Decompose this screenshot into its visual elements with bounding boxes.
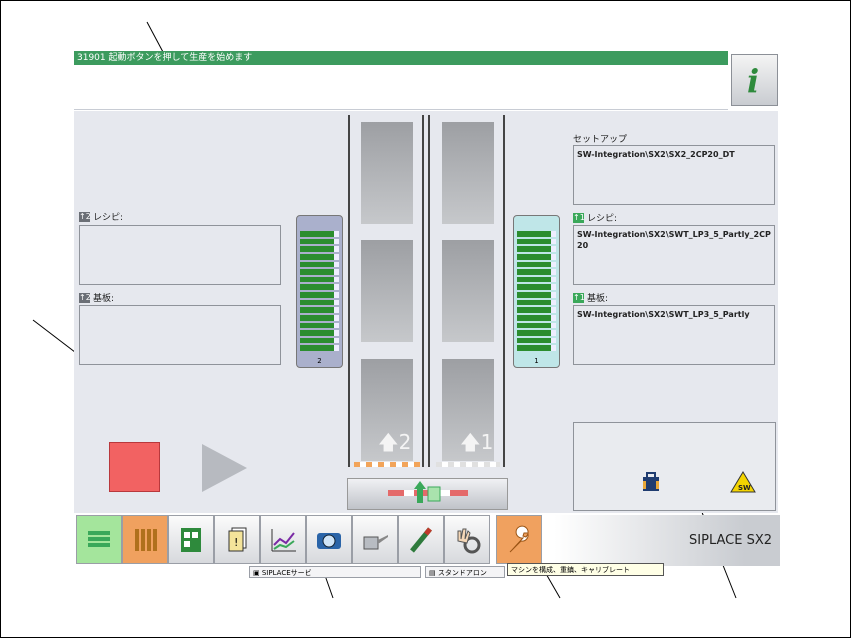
production-button[interactable] bbox=[76, 515, 122, 564]
stack-number: 2 bbox=[317, 357, 322, 365]
right-board-label: 基板: bbox=[587, 294, 609, 304]
stop-button[interactable] bbox=[109, 442, 160, 492]
machine-config-button[interactable] bbox=[496, 515, 542, 564]
mode-icon: ▤ bbox=[429, 569, 436, 577]
station-view-button[interactable] bbox=[168, 515, 214, 564]
statistics-button[interactable] bbox=[260, 515, 306, 564]
conveyor-slot bbox=[442, 122, 494, 224]
setup-heading: セットアップ bbox=[573, 132, 627, 145]
lane-1-icon: ↑1 bbox=[573, 212, 585, 223]
setup-field: SW-Integration\SX2\SX2_2CP20_DT bbox=[573, 145, 775, 205]
setup-value: SW-Integration\SX2\SX2_2CP20_DT bbox=[577, 150, 735, 159]
camera-icon bbox=[317, 532, 341, 549]
left-recipe-label: レシピ: bbox=[93, 213, 124, 223]
status-message-bar: 31901 起動ボタンを押して生産を始めます bbox=[74, 51, 728, 65]
standalone-tab[interactable]: ▤ スタンドアロン bbox=[425, 566, 505, 578]
machine-status-panel: SW bbox=[573, 422, 776, 511]
camera-button[interactable] bbox=[306, 515, 352, 564]
lane-1-marker: 🡅1 bbox=[460, 430, 494, 454]
left-board-heading: ↑2 基板: bbox=[79, 291, 114, 304]
software-warning-icon: SW bbox=[730, 471, 756, 493]
machine-name: SIPLACE SX2 bbox=[689, 533, 772, 548]
message-list-icon: ! bbox=[228, 527, 247, 551]
left-recipe-field bbox=[79, 225, 281, 285]
right-board-heading: ↑1 基板: bbox=[573, 291, 608, 304]
right-recipe-field: SW-Integration\SX2\SWT_LP3_5_Partly_2CP2… bbox=[573, 225, 775, 285]
info-icon: i bbox=[747, 62, 759, 98]
oil-can-icon bbox=[363, 534, 388, 549]
stack-level-bars bbox=[300, 231, 339, 351]
conveyor-rail bbox=[422, 115, 424, 467]
info-button[interactable]: i bbox=[731, 54, 778, 106]
right-recipe-heading: ↑1 レシピ: bbox=[573, 211, 617, 224]
lane-1-icon: ↑1 bbox=[573, 292, 585, 303]
conveyor-slot bbox=[442, 240, 494, 342]
magazine-icon bbox=[643, 472, 659, 491]
wrench-icon bbox=[509, 525, 529, 552]
svg-text:i: i bbox=[747, 62, 759, 98]
message-area bbox=[74, 65, 728, 110]
stack-indicator-lane-1: 1 bbox=[513, 215, 560, 368]
hand-gear-icon bbox=[457, 528, 481, 553]
tooltip: マシンを構成、重鎮、キャリブレート bbox=[507, 563, 664, 576]
start-button[interactable] bbox=[202, 444, 247, 492]
stack-level-bars bbox=[517, 231, 556, 351]
nozzle-tool-button[interactable] bbox=[398, 515, 444, 564]
nozzle-tool-icon bbox=[410, 526, 432, 553]
production-icon bbox=[88, 530, 110, 547]
conveyor-rail bbox=[348, 115, 350, 467]
feeder-table-button[interactable] bbox=[122, 515, 168, 564]
status-message: 31901 起動ボタンを押して生産を始めます bbox=[77, 53, 253, 63]
message-list-button[interactable]: ! bbox=[214, 515, 260, 564]
svg-text:!: ! bbox=[234, 536, 238, 549]
conveyor-slot bbox=[361, 240, 413, 342]
conveyor-transfer-button[interactable] bbox=[347, 478, 508, 510]
maintenance-oil-button[interactable] bbox=[352, 515, 398, 564]
lane-transfer-icon bbox=[388, 481, 468, 503]
up-arrow-icon: 🡅 bbox=[460, 430, 481, 454]
manual-operation-button[interactable] bbox=[444, 515, 490, 564]
stack-indicator-lane-2: 2 bbox=[296, 215, 343, 368]
left-recipe-heading: ↑2 レシピ: bbox=[79, 210, 123, 223]
setup-label: セットアップ bbox=[573, 135, 628, 145]
stack-number: 1 bbox=[534, 357, 539, 365]
feeder-table-icon bbox=[135, 528, 157, 551]
lane-2-icon: ↑2 bbox=[79, 292, 91, 303]
right-recipe-label: レシピ: bbox=[587, 214, 618, 224]
conveyor-slot bbox=[361, 122, 413, 224]
right-board-field: SW-Integration\SX2\SWT_LP3_5_Partly bbox=[573, 305, 775, 365]
right-board-value: SW-Integration\SX2\SWT_LP3_5_Partly bbox=[577, 310, 750, 319]
statistics-icon bbox=[271, 528, 296, 551]
left-board-field bbox=[79, 305, 281, 365]
conveyor-rail bbox=[503, 115, 505, 467]
svg-text:SW: SW bbox=[738, 484, 751, 492]
user-icon: ▣ bbox=[253, 569, 260, 577]
lane-2-marker: 🡅2 bbox=[378, 430, 412, 454]
right-recipe-value: SW-Integration\SX2\SWT_LP3_5_Partly_2CP2… bbox=[577, 230, 771, 250]
lane-2-belt bbox=[354, 462, 420, 467]
service-tab[interactable]: ▣ SIPLACEサービ bbox=[249, 566, 421, 578]
up-arrow-icon: 🡅 bbox=[378, 430, 399, 454]
left-board-label: 基板: bbox=[93, 294, 115, 304]
lane-2-icon: ↑2 bbox=[79, 211, 91, 222]
conveyor-rail bbox=[428, 115, 430, 467]
lane-1-belt bbox=[436, 462, 500, 467]
station-view-icon bbox=[181, 527, 201, 552]
